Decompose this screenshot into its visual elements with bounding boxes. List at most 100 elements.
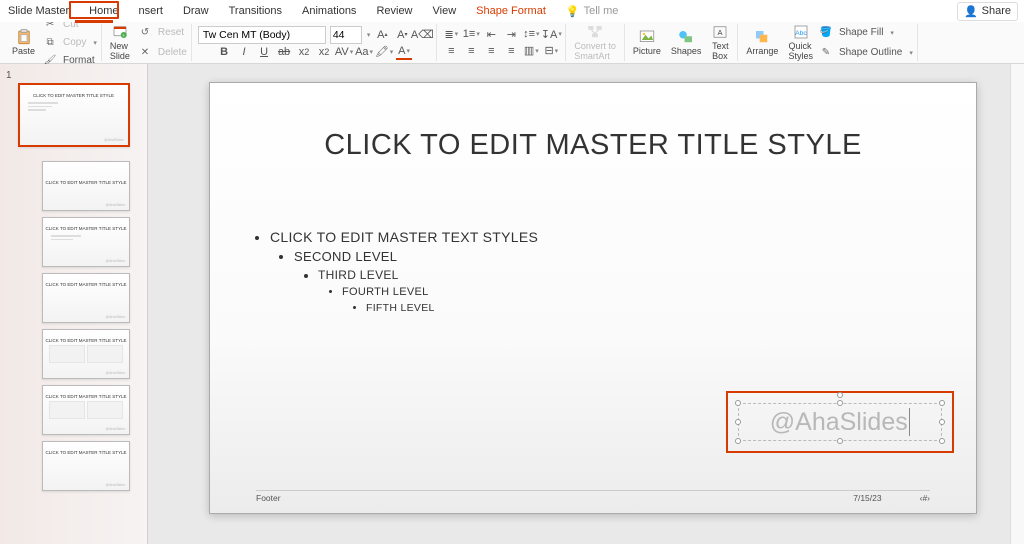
decrease-indent-button[interactable]: ⇤: [483, 26, 499, 42]
slide-canvas[interactable]: CLICK TO EDIT MASTER TITLE STYLE CLICK T…: [176, 64, 1010, 544]
share-button[interactable]: 👤 Share: [957, 2, 1018, 21]
thumb-title: CLICK TO EDIT MASTER TITLE STYLE: [43, 442, 129, 455]
resize-handle-w[interactable]: [735, 419, 741, 425]
bullets-button[interactable]: ≣▾: [443, 26, 459, 42]
menu-shape-format[interactable]: Shape Format: [474, 3, 548, 19]
resize-handle-sw[interactable]: [735, 438, 741, 444]
quick-styles-icon: Abc: [792, 23, 810, 41]
resize-handle-n[interactable]: [837, 400, 843, 406]
menu-home[interactable]: Home: [87, 3, 120, 19]
align-left-button[interactable]: ≡: [443, 43, 459, 59]
arrange-label: Arrange: [746, 47, 778, 57]
new-slide-button[interactable]: + New Slide: [106, 23, 134, 62]
change-case-button[interactable]: Aa▾: [356, 44, 372, 60]
copy-button[interactable]: ⧉Copy▾: [43, 34, 97, 52]
increase-indent-button[interactable]: ⇥: [503, 26, 519, 42]
picture-icon: [638, 28, 656, 46]
decrease-font-button[interactable]: A▾: [394, 27, 410, 43]
menu-review[interactable]: Review: [374, 3, 414, 19]
menu-bar: Slide Master Home nsert Draw Transitions…: [0, 0, 1024, 22]
slide-thumbnails-panel[interactable]: 1 CLICK TO EDIT MASTER TITLE STYLE @AhaS…: [0, 64, 148, 544]
shape-fill-button[interactable]: 🪣Shape Fill▾: [819, 24, 913, 42]
menu-slide-master[interactable]: Slide Master: [6, 3, 71, 19]
resize-handle-e[interactable]: [939, 419, 945, 425]
thumb-title: CLICK TO EDIT MASTER TITLE STYLE: [43, 274, 129, 287]
svg-text:Abc: Abc: [795, 30, 807, 37]
clear-format-button[interactable]: A⌫: [414, 27, 430, 43]
font-color-button[interactable]: A▾: [396, 44, 412, 60]
reset-icon: ↺: [138, 26, 152, 40]
thumb-brand: @AhaSlides: [106, 427, 125, 431]
date-placeholder[interactable]: 7/15/23: [853, 493, 881, 503]
font-name-select[interactable]: [198, 26, 326, 44]
master-title-placeholder[interactable]: CLICK TO EDIT MASTER TITLE STYLE: [210, 83, 976, 162]
menu-transitions[interactable]: Transitions: [227, 3, 284, 19]
align-text-button[interactable]: ⊟▾: [543, 43, 559, 59]
menu-animations[interactable]: Animations: [300, 3, 358, 19]
chevron-down-icon[interactable]: ▾: [366, 31, 371, 39]
superscript-button[interactable]: x2: [296, 44, 312, 60]
arrange-button[interactable]: Arrange: [742, 28, 782, 57]
thumb-brand: @AhaSlides: [106, 371, 125, 375]
shapes-icon: [677, 28, 695, 46]
lvl5-text: FIFTH LEVEL: [366, 302, 435, 314]
layout-thumb-5[interactable]: CLICK TO EDIT MASTER TITLE STYLE @AhaSli…: [42, 385, 130, 435]
menu-tell-me[interactable]: 💡 Tell me: [564, 3, 621, 20]
footer-placeholder[interactable]: Footer: [256, 493, 281, 503]
layout-thumb-2[interactable]: CLICK TO EDIT MASTER TITLE STYLE @AhaSli…: [42, 217, 130, 267]
char-spacing-button[interactable]: AV▾: [336, 44, 352, 60]
layout-thumb-6[interactable]: CLICK TO EDIT MASTER TITLE STYLE @AhaSli…: [42, 441, 130, 491]
layout-thumb-1[interactable]: CLICK TO EDIT MASTER TITLE STYLE @AhaSli…: [42, 161, 130, 211]
font-size-select[interactable]: [330, 26, 362, 44]
delete-button[interactable]: ✕ Delete: [138, 44, 187, 62]
layout-thumb-3[interactable]: CLICK TO EDIT MASTER TITLE STYLE @AhaSli…: [42, 273, 130, 323]
thumb-lines: [43, 231, 129, 244]
italic-button[interactable]: I: [236, 44, 252, 60]
highlight-button[interactable]: 🖍▾: [376, 44, 392, 60]
increase-font-button[interactable]: A▴: [374, 27, 390, 43]
shapes-label: Shapes: [671, 47, 702, 57]
menu-insert[interactable]: nsert: [136, 3, 164, 19]
text-box-button[interactable]: A Text Box: [707, 23, 733, 62]
smartart-button[interactable]: Convert to SmartArt: [570, 23, 620, 62]
page-number-placeholder[interactable]: ‹#›: [920, 493, 930, 503]
thumb-brand: @AhaSlides: [104, 138, 123, 142]
underline-button[interactable]: U: [256, 44, 272, 60]
line-spacing-button[interactable]: ↕≡▾: [523, 26, 539, 42]
subscript-button[interactable]: x2: [316, 44, 332, 60]
svg-text:A: A: [718, 28, 723, 37]
strike-button[interactable]: ab: [276, 44, 292, 60]
justify-button[interactable]: ≡: [503, 43, 519, 59]
paint-bucket-icon: 🪣: [819, 26, 833, 40]
bold-button[interactable]: B: [216, 44, 232, 60]
paste-button[interactable]: Paste: [8, 28, 39, 57]
menu-draw[interactable]: Draw: [181, 3, 211, 19]
master-body-placeholder[interactable]: CLICK TO EDIT MASTER TEXT STYLES SECOND …: [256, 229, 916, 318]
resize-handle-s[interactable]: [837, 438, 843, 444]
master-slide[interactable]: CLICK TO EDIT MASTER TITLE STYLE CLICK T…: [209, 82, 977, 514]
picture-button[interactable]: Picture: [629, 28, 665, 57]
delete-icon: ✕: [138, 46, 152, 60]
shapes-button[interactable]: Shapes: [667, 28, 706, 57]
layout-thumb-4[interactable]: CLICK TO EDIT MASTER TITLE STYLE @AhaSli…: [42, 329, 130, 379]
quick-styles-button[interactable]: Abc Quick Styles: [784, 23, 817, 62]
shape-outline-label: Shape Outline: [839, 47, 902, 58]
numbering-button[interactable]: 1≡▾: [463, 26, 479, 42]
reset-button[interactable]: ↺Reset: [138, 24, 187, 42]
delete-label: Delete: [158, 47, 187, 58]
resize-handle-ne[interactable]: [939, 400, 945, 406]
resize-handle-nw[interactable]: [735, 400, 741, 406]
align-center-button[interactable]: ≡: [463, 43, 479, 59]
columns-button[interactable]: ▥▾: [523, 43, 539, 59]
rotate-handle[interactable]: [837, 392, 843, 398]
vertical-scrollbar[interactable]: [1010, 64, 1024, 544]
thumb-title: CLICK TO EDIT MASTER TITLE STYLE: [43, 218, 129, 231]
shape-fill-label: Shape Fill: [839, 27, 883, 38]
resize-handle-se[interactable]: [939, 438, 945, 444]
shape-outline-button[interactable]: ✎Shape Outline▾: [819, 44, 913, 62]
watermark-text-box[interactable]: @AhaSlides: [738, 403, 942, 441]
master-slide-thumb[interactable]: CLICK TO EDIT MASTER TITLE STYLE @AhaSli…: [18, 83, 130, 147]
text-direction-button[interactable]: ↧A▾: [543, 26, 559, 42]
align-right-button[interactable]: ≡: [483, 43, 499, 59]
menu-view[interactable]: View: [431, 3, 459, 19]
